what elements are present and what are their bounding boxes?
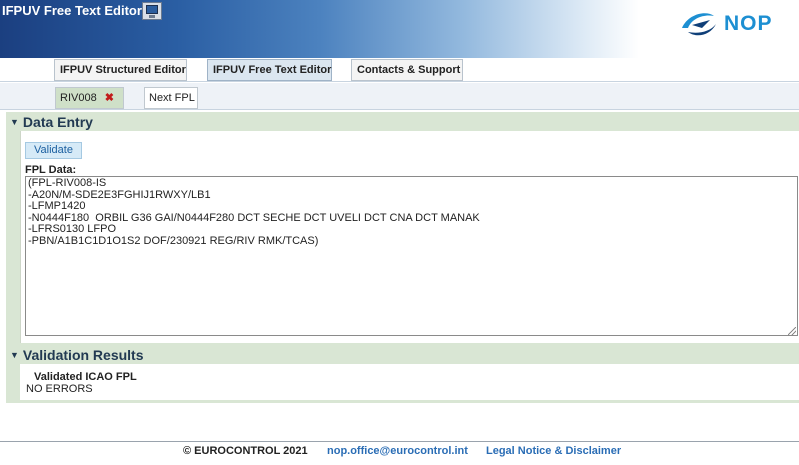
validation-results-header[interactable]: ▼ Validation Results: [6, 345, 799, 365]
result-text: NO ERRORS: [26, 383, 93, 395]
footer: © EUROCONTROL 2021 nop.office@eurocontro…: [0, 445, 799, 459]
nop-swoosh-icon: [682, 13, 716, 36]
email-link[interactable]: nop.office@eurocontrol.int: [327, 445, 468, 457]
fpl-data-textarea[interactable]: (FPL-RIV008-IS -A20N/M-SDE2E3FGHIJ1RWXY/…: [25, 176, 798, 336]
tab-contacts-support[interactable]: Contacts & Support: [351, 59, 463, 81]
resize-grip-icon[interactable]: [788, 327, 796, 335]
result-heading: Validated ICAO FPL: [34, 371, 137, 383]
tab-structured-editor[interactable]: IFPUV Structured Editor: [54, 59, 187, 81]
main-tab-bar: IFPUV Structured Editor IFPUV Free Text …: [0, 58, 799, 82]
tab-free-text-editor[interactable]: IFPUV Free Text Editor: [207, 59, 332, 81]
copyright-text: © EUROCONTROL 2021: [183, 445, 308, 457]
app-title: IFPUV Free Text Editor: [2, 3, 142, 18]
data-entry-title: Data Entry: [22, 114, 93, 130]
collapse-triangle-icon: ▼: [10, 350, 19, 360]
legal-notice-link[interactable]: Legal Notice & Disclaimer: [486, 445, 621, 457]
close-icon[interactable]: ✖: [105, 88, 114, 108]
monitor-icon[interactable]: [142, 2, 162, 20]
validation-results-title: Validation Results: [22, 347, 144, 363]
validation-results-panel: ▼ Validation Results Validated ICAO FPL N…: [6, 345, 799, 403]
fpl-tab-label: RIV008: [60, 92, 97, 104]
fpl-tab-bar: RIV008 ✖ Next FPL: [0, 83, 799, 110]
data-entry-body: Validate FPL Data: (FPL-RIV008-IS -A20N/…: [20, 131, 799, 343]
fpl-data-label: FPL Data:: [25, 164, 77, 176]
app-header: IFPUV Free Text Editor NOP: [0, 0, 799, 58]
collapse-triangle-icon: ▼: [10, 117, 19, 127]
data-entry-panel: ▼ Data Entry Validate FPL Data: (FPL-RIV0…: [6, 112, 799, 345]
validate-button[interactable]: Validate: [25, 142, 82, 159]
footer-divider: [0, 441, 799, 442]
nop-logo: NOP: [680, 8, 780, 42]
fpl-tab-riv008[interactable]: RIV008 ✖: [55, 87, 124, 109]
data-entry-header[interactable]: ▼ Data Entry: [6, 112, 799, 132]
fpl-tab-next[interactable]: Next FPL: [144, 87, 198, 109]
nop-brand-text: NOP: [724, 12, 773, 35]
validation-results-body: Validated ICAO FPL NO ERRORS: [20, 364, 799, 400]
